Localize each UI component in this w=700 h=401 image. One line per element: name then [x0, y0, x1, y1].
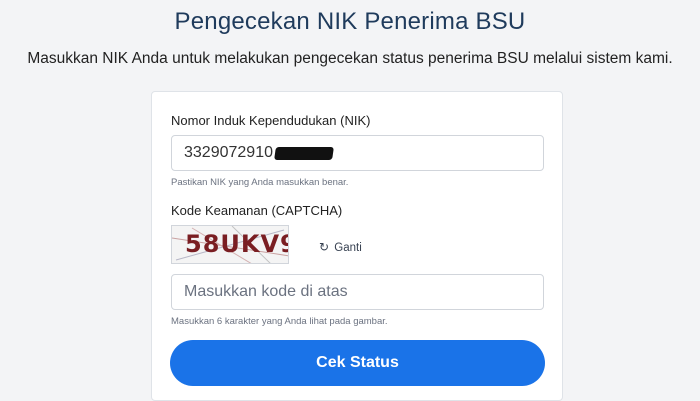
nik-value: 3329072910	[184, 144, 273, 161]
captcha-input[interactable]: Masukkan kode di atas	[171, 274, 544, 310]
page-title: Pengecekan NIK Penerima BSU	[174, 8, 526, 35]
captcha-label: Kode Keamanan (CAPTCHA)	[171, 203, 343, 218]
captcha-help-text: Masukkan 6 karakter yang Anda lihat pada…	[171, 316, 388, 327]
page-subtitle: Masukkan NIK Anda untuk melakukan pengec…	[27, 50, 673, 67]
captcha-image: 58UKV9	[171, 225, 289, 264]
nik-label: Nomor Induk Kependudukan (NIK)	[171, 113, 371, 128]
nik-input[interactable]: 3329072910	[171, 135, 544, 171]
captcha-text: 58UKV9	[185, 230, 289, 258]
captcha-refresh-button[interactable]: ↻ Ganti	[319, 240, 362, 254]
check-status-button[interactable]: Cek Status	[170, 340, 545, 386]
nik-check-form: Nomor Induk Kependudukan (NIK) 332907291…	[151, 91, 563, 401]
captcha-input-placeholder: Masukkan kode di atas	[184, 283, 348, 300]
redaction-mark	[274, 146, 334, 160]
check-status-label: Cek Status	[316, 354, 399, 371]
captcha-refresh-label: Ganti	[334, 242, 362, 254]
refresh-icon: ↻	[319, 240, 330, 254]
nik-help-text: Pastikan NIK yang Anda masukkan benar.	[171, 177, 349, 188]
